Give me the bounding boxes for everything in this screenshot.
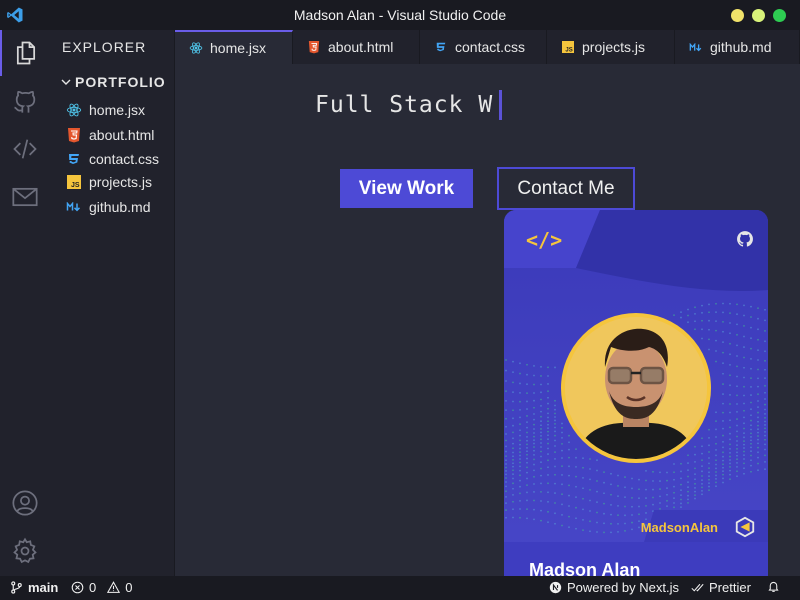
- github-icon: [14, 90, 36, 113]
- tab-github-md[interactable]: github.md: [675, 30, 800, 64]
- brand-logo-icon: [735, 516, 755, 538]
- explorer-title: EXPLORER: [62, 39, 147, 55]
- error-icon: [71, 581, 84, 594]
- file-github-md[interactable]: github.md: [66, 197, 150, 217]
- warning-icon: [107, 581, 121, 593]
- window-title: Madson Alan - Visual Studio Code: [293, 7, 507, 23]
- error-count: 0: [89, 580, 97, 595]
- react-icon: [66, 102, 82, 118]
- explorer-sidebar: EXPLORER PORTFOLIO home.jsx about.html c…: [50, 30, 175, 576]
- css-icon: [434, 40, 448, 54]
- activity-account[interactable]: [0, 480, 50, 526]
- account-icon: [12, 490, 38, 516]
- activity-mail[interactable]: [0, 174, 50, 220]
- css-icon: [66, 151, 82, 167]
- svg-text:JS: JS: [71, 182, 80, 189]
- code-symbol: </>: [526, 228, 563, 252]
- activity-settings[interactable]: [0, 528, 50, 574]
- profile-card: </> MadsonAlan Madson Alan: [504, 210, 768, 576]
- bell-icon: [768, 581, 779, 592]
- contact-me-button[interactable]: Contact Me: [497, 167, 635, 210]
- tab-label: projects.js: [582, 39, 646, 55]
- file-label: contact.css: [89, 151, 160, 167]
- activity-github[interactable]: [0, 78, 50, 124]
- html-icon: [307, 40, 321, 54]
- mail-icon: [12, 187, 38, 207]
- chevron-down-icon: [61, 79, 71, 85]
- activity-code[interactable]: [0, 126, 50, 172]
- html-icon: [66, 127, 82, 143]
- maximize-button[interactable]: [752, 9, 765, 22]
- view-work-button[interactable]: View Work: [340, 169, 473, 208]
- card-name: Madson Alan: [529, 560, 641, 576]
- powered-by: Powered by Next.js: [549, 580, 679, 595]
- avatar: [561, 313, 711, 463]
- markdown-icon: [66, 199, 82, 215]
- tab-about-html[interactable]: about.html: [293, 30, 420, 64]
- file-about-html[interactable]: about.html: [66, 125, 154, 145]
- check-all-icon: [691, 583, 704, 592]
- file-label: github.md: [89, 199, 151, 215]
- close-button[interactable]: [773, 9, 786, 22]
- profile-photo: [565, 317, 707, 459]
- activity-explorer[interactable]: [0, 30, 50, 76]
- git-branch-icon: [11, 581, 22, 594]
- tab-label: contact.css: [455, 39, 526, 55]
- vscode-logo-icon: [7, 7, 23, 23]
- github-icon[interactable]: [736, 230, 754, 248]
- prettier-label: Prettier: [709, 580, 751, 595]
- status-bar: main 0 0 Powered by Next.js Prettier: [0, 576, 800, 600]
- react-icon: [189, 41, 203, 55]
- js-icon: JS: [66, 174, 82, 190]
- problems-indicator[interactable]: 0 0: [71, 580, 132, 595]
- folder-portfolio[interactable]: PORTFOLIO: [60, 74, 166, 90]
- tab-label: github.md: [710, 39, 772, 55]
- tab-projects-js[interactable]: JS projects.js: [547, 30, 675, 64]
- files-icon: [16, 41, 36, 65]
- gear-icon: [13, 537, 37, 564]
- title-bar: Madson Alan - Visual Studio Code: [0, 0, 800, 30]
- js-icon: JS: [561, 40, 575, 54]
- markdown-icon: [689, 40, 703, 54]
- window-controls: [731, 9, 786, 22]
- nextjs-icon: [549, 581, 562, 594]
- text-cursor: [499, 90, 503, 120]
- powered-by-label: Powered by Next.js: [567, 580, 679, 595]
- file-label: projects.js: [89, 174, 153, 190]
- file-label: about.html: [89, 127, 155, 143]
- tab-label: home.jsx: [210, 40, 267, 56]
- file-projects-js[interactable]: JS projects.js: [66, 172, 152, 192]
- typewriter-headline: Full Stack W: [315, 90, 503, 120]
- file-contact-css[interactable]: contact.css: [66, 149, 159, 169]
- prettier-indicator[interactable]: Prettier: [691, 580, 751, 595]
- notifications-button[interactable]: [767, 580, 780, 593]
- branch-indicator[interactable]: main: [10, 580, 58, 595]
- file-label: home.jsx: [89, 102, 146, 118]
- editor-tabs: home.jsx about.html contact.css JS proje…: [175, 30, 800, 64]
- tab-home-jsx[interactable]: home.jsx: [175, 30, 293, 64]
- handle-text: MadsonAlan: [640, 520, 718, 535]
- branch-label: main: [28, 580, 59, 595]
- warning-count: 0: [125, 580, 133, 595]
- tab-contact-css[interactable]: contact.css: [420, 30, 547, 64]
- svg-text:JS: JS: [565, 47, 572, 53]
- minimize-button[interactable]: [731, 9, 744, 22]
- editor-area: Full Stack W View Work Contact Me </> Ma…: [175, 64, 800, 576]
- tab-label: about.html: [328, 39, 394, 55]
- activity-bar: [0, 30, 50, 576]
- typed-text: Full Stack W: [315, 92, 494, 118]
- code-icon: [13, 139, 37, 159]
- file-home-jsx[interactable]: home.jsx: [66, 100, 145, 120]
- folder-label: PORTFOLIO: [75, 74, 166, 90]
